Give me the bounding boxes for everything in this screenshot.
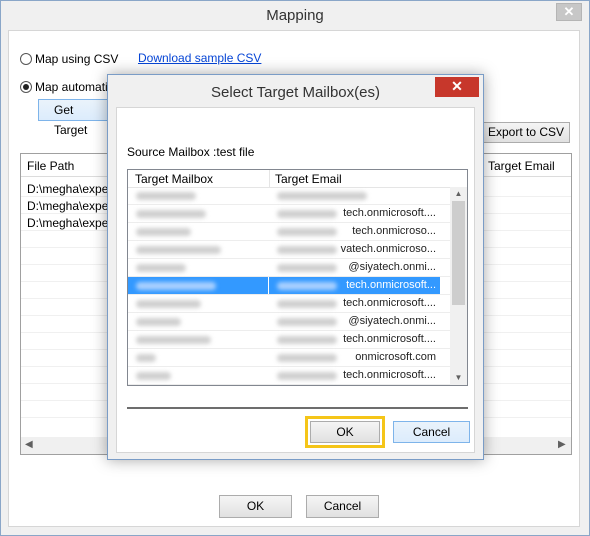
email-text: vatech.onmicroso... (340, 243, 436, 255)
dialog-cancel-button[interactable]: Cancel (393, 421, 470, 443)
redacted-email (277, 192, 367, 200)
download-sample-csv-link[interactable]: Download sample CSV (138, 51, 261, 65)
email-text: onmicrosoft.com (355, 351, 436, 363)
window-title: Mapping (266, 7, 324, 24)
email-text: tech.onmicrosoft.... (343, 333, 436, 345)
redacted-email (277, 318, 337, 326)
column-header-file-path: File Path (27, 159, 75, 173)
redacted-mailbox (136, 318, 181, 326)
target-mailbox-list[interactable]: Target Mailbox Target Email tech.onmicro… (127, 169, 468, 386)
column-header-target-mailbox: Target Mailbox (135, 172, 214, 186)
scroll-left-icon[interactable]: ◀ (25, 439, 33, 450)
export-to-csv-button[interactable]: Export to CSV (482, 122, 570, 143)
table-row[interactable]: D:\megha\exper (27, 182, 112, 196)
list-row[interactable]: vatech.onmicroso... (128, 241, 450, 259)
redacted-email (277, 264, 337, 272)
redacted-mailbox (136, 354, 156, 362)
map-csv-label: Map using CSV (35, 52, 119, 66)
list-row[interactable] (128, 187, 450, 205)
dialog-titlebar: Select Target Mailbox(es) ✕ (108, 75, 483, 107)
list-header: Target Mailbox Target Email (128, 170, 450, 188)
scroll-down-icon[interactable]: ▼ (450, 371, 467, 385)
dialog-ok-button[interactable]: OK (310, 421, 380, 443)
map-csv-radio[interactable] (20, 53, 32, 65)
redacted-mailbox (136, 192, 196, 200)
list-row[interactable]: tech.onmicrosoft.... (128, 205, 450, 223)
email-text: tech.onmicrosoft.... (343, 369, 436, 381)
table-row[interactable]: D:\megha\exper (27, 216, 112, 230)
redacted-email (277, 336, 337, 344)
dialog-close-icon[interactable]: ✕ (435, 77, 479, 97)
source-mailbox-label: Source Mailbox :test file (127, 145, 255, 159)
redacted-mailbox (136, 372, 171, 380)
list-row-selected[interactable]: tech.onmicrosoft... (128, 277, 450, 295)
email-text: tech.onmicrosoft.... (343, 207, 436, 219)
column-header-target-email: Target Email (275, 172, 342, 186)
email-text: @siyatech.onmi... (348, 261, 436, 273)
redacted-mailbox (136, 264, 186, 272)
get-target-button[interactable]: Get Target (38, 99, 110, 137)
table-row[interactable]: D:\megha\exper (27, 199, 112, 213)
redacted-mailbox (136, 228, 191, 236)
redacted-email (277, 282, 337, 290)
redacted-email (277, 354, 337, 362)
email-text: @siyatech.onmi... (348, 315, 436, 327)
redacted-email (277, 372, 337, 380)
map-automatically-radio[interactable] (20, 81, 32, 93)
email-text: tech.onmicrosoft.... (343, 297, 436, 309)
redacted-mailbox (136, 300, 201, 308)
list-row[interactable]: onmicrosoft.com (128, 349, 450, 367)
window-titlebar: Mapping ✕ (1, 1, 589, 31)
redacted-email (277, 246, 337, 254)
redacted-mailbox (136, 282, 216, 290)
separator (127, 407, 468, 409)
list-row[interactable]: tech.onmicroso... (128, 223, 450, 241)
dialog-title: Select Target Mailbox(es) (211, 84, 380, 101)
email-text: tech.onmicrosoft... (346, 279, 436, 291)
ok-button[interactable]: OK (219, 495, 292, 518)
cancel-button[interactable]: Cancel (306, 495, 379, 518)
scroll-thumb[interactable] (452, 201, 465, 305)
list-row[interactable]: @siyatech.onmi... (128, 313, 450, 331)
redacted-mailbox (136, 246, 221, 254)
scroll-up-icon[interactable]: ▲ (450, 187, 467, 201)
email-text: tech.onmicroso... (352, 225, 436, 237)
list-row[interactable]: @siyatech.onmi... (128, 259, 450, 277)
vertical-scrollbar[interactable]: ▲ ▼ (450, 187, 467, 385)
window-close-icon[interactable]: ✕ (556, 3, 582, 21)
select-target-mailbox-dialog: Select Target Mailbox(es) ✕ Source Mailb… (107, 74, 484, 460)
redacted-email (277, 228, 337, 236)
redacted-mailbox (136, 336, 211, 344)
column-header-target-email: Target Email (488, 159, 555, 173)
scroll-right-icon[interactable]: ▶ (558, 439, 566, 450)
list-row[interactable] (128, 383, 450, 385)
redacted-email (277, 210, 337, 218)
list-row[interactable]: tech.onmicrosoft.... (128, 331, 450, 349)
map-automatically-label: Map automatica (35, 80, 107, 94)
redacted-mailbox (136, 210, 206, 218)
column-divider (269, 170, 270, 187)
redacted-email (277, 300, 337, 308)
list-row[interactable]: tech.onmicrosoft.... (128, 295, 450, 313)
